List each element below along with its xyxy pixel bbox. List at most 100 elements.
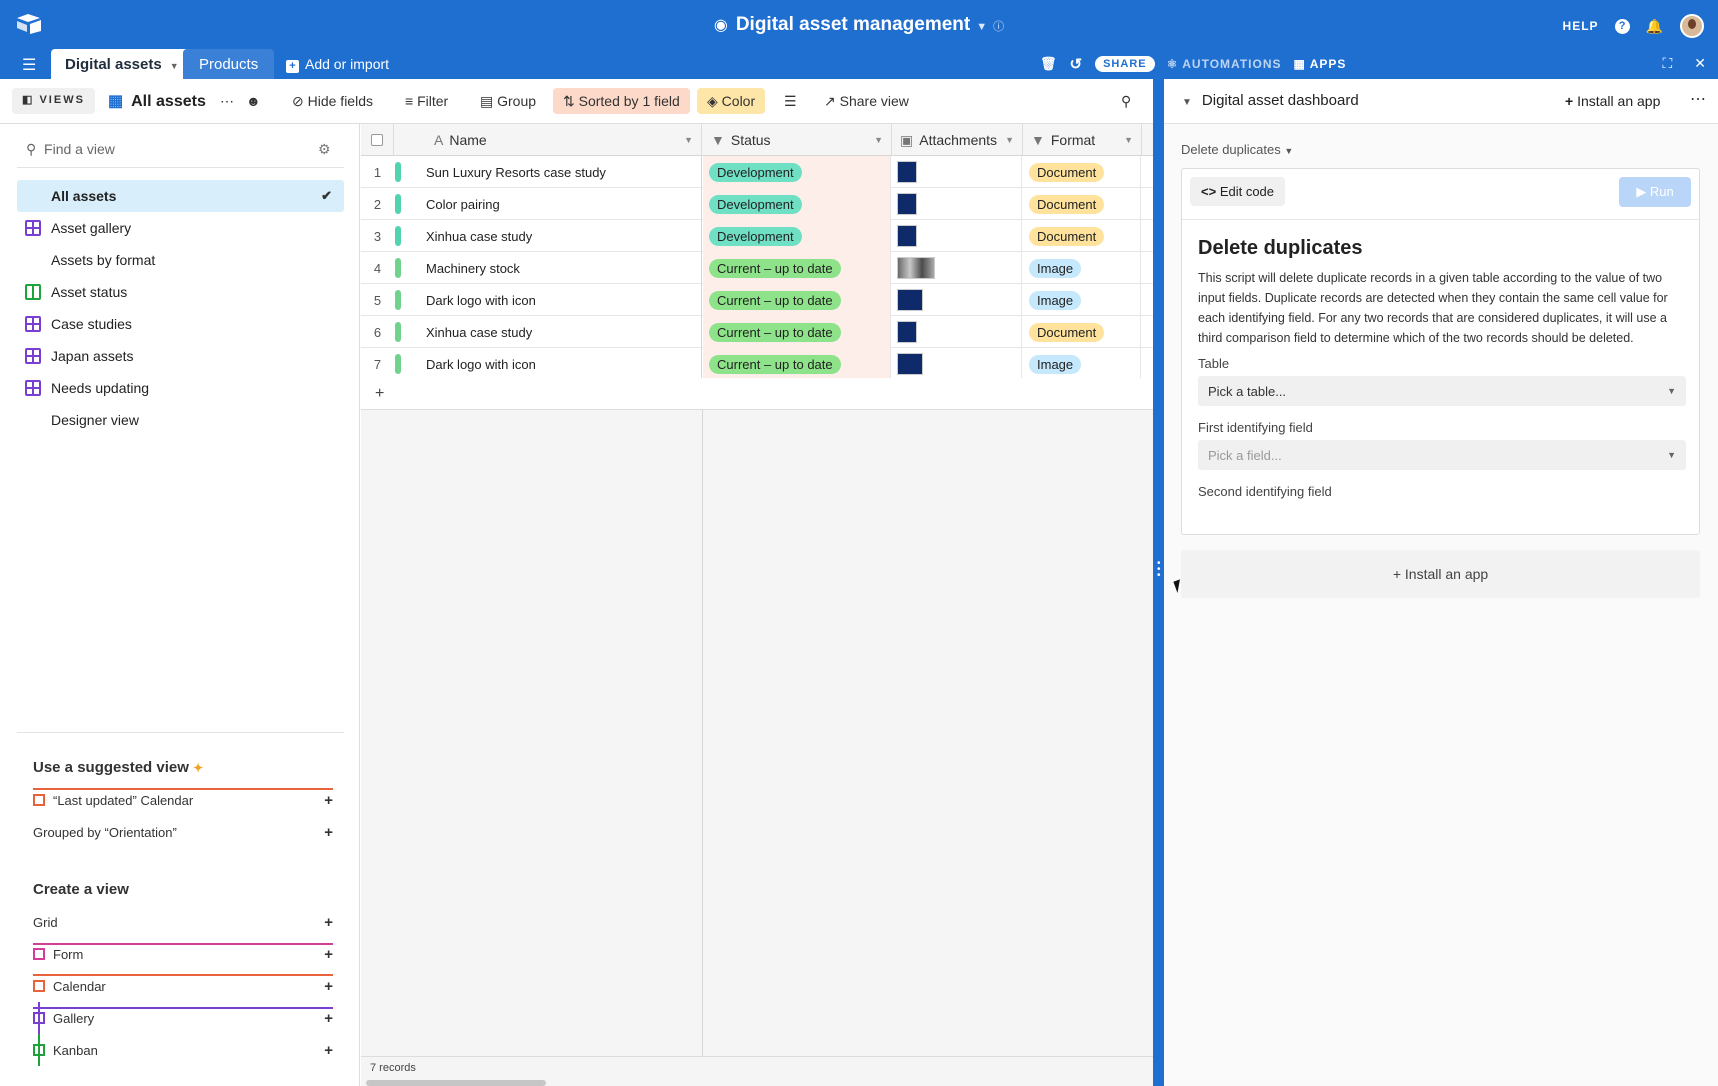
cell-attachments[interactable] — [892, 220, 1022, 252]
sidebar-item-japan-assets[interactable]: Japan assets — [17, 340, 344, 372]
attachment-thumbnail[interactable] — [897, 225, 917, 247]
plus-icon[interactable]: + — [324, 824, 333, 841]
history-icon[interactable]: ↺ — [1070, 55, 1084, 73]
chevron-down-icon[interactable]: ▼ — [1124, 135, 1133, 145]
cell-attachments[interactable] — [892, 316, 1022, 348]
search-icon[interactable]: ⚲ — [1121, 93, 1131, 110]
chevron-down-icon[interactable]: ▼ — [976, 21, 987, 33]
attachment-thumbnail[interactable] — [897, 161, 917, 183]
sidebar-item-asset-status[interactable]: Asset status — [17, 276, 344, 308]
help-link[interactable]: HELP — [1563, 19, 1599, 33]
base-title[interactable]: ◉ Digital asset management ▼ ⓘ — [0, 14, 1718, 36]
cell-attachments[interactable] — [892, 252, 1022, 284]
sidebar-item-needs-updating[interactable]: Needs updating — [17, 372, 344, 404]
hamburger-menu-icon[interactable]: ☰ — [22, 55, 36, 75]
bell-icon[interactable]: 🔔 — [1646, 18, 1664, 35]
help-icon[interactable]: ? — [1614, 18, 1630, 34]
cell-name[interactable]: Machinery stock — [396, 252, 702, 284]
drag-handle-icon[interactable]: • • • — [1157, 559, 1161, 581]
close-icon[interactable]: ✕ — [1694, 55, 1706, 72]
cell-format[interactable]: Document — [1023, 316, 1141, 348]
table-row[interactable]: 1 Sun Luxury Resorts case study Developm… — [361, 156, 1153, 188]
install-app-button[interactable]: + Install an app — [1565, 93, 1660, 109]
sidebar-item-all-assets[interactable]: All assets ✔ — [17, 180, 402, 328]
views-toggle-button[interactable]: ◧ VIEWS — [12, 88, 95, 114]
collaborative-view-icon[interactable]: ☻ — [246, 93, 261, 109]
suggested-view-grouped-by-orientation[interactable]: Grouped by “Orientation” + — [33, 816, 406, 952]
gear-icon[interactable]: ⚙ — [318, 141, 331, 158]
cell-name[interactable]: Sun Luxury Resorts case study — [396, 156, 702, 188]
current-view-name[interactable]: ▦ All assets — [108, 91, 206, 111]
column-header-next[interactable]: ▼ — [1142, 124, 1153, 156]
create-calendar-view[interactable]: Calendar + — [33, 970, 333, 1002]
app-name-dropdown[interactable]: Delete duplicates ▼ — [1181, 142, 1293, 157]
table-row[interactable]: 5 Dark logo with icon Current – up to da… — [361, 284, 1153, 316]
cell-name[interactable]: Dark logo with icon — [396, 348, 702, 380]
first-field-select[interactable]: Pick a field... ▼ — [1198, 440, 1686, 470]
dashboard-title[interactable]: ▼ Digital asset dashboard — [1182, 92, 1359, 109]
cell-attachments[interactable] — [892, 284, 1022, 316]
chevron-down-icon[interactable]: ▼ — [170, 61, 179, 71]
table-row[interactable]: 7 Dark logo with icon Current – up to da… — [361, 348, 1153, 380]
avatar[interactable] — [1680, 14, 1704, 38]
create-grid-view[interactable]: Grid + — [33, 906, 406, 1042]
create-kanban-view[interactable]: Kanban + — [33, 1034, 333, 1066]
chevron-down-icon[interactable]: ▼ — [1005, 135, 1014, 145]
attachment-thumbnail[interactable] — [897, 193, 917, 215]
sidebar-item-asset-gallery[interactable]: Asset gallery — [17, 212, 344, 244]
cell-name[interactable]: Xinhua case study — [396, 220, 702, 252]
filter-button[interactable]: ≡ Filter — [405, 93, 448, 109]
cell-attachments[interactable] — [892, 188, 1022, 220]
automations-button[interactable]: ⚛ AUTOMATIONS — [1167, 57, 1282, 71]
sort-button[interactable]: ⇅ Sorted by 1 field — [553, 88, 690, 114]
create-form-view[interactable]: Form + — [33, 938, 333, 970]
column-header-attachments[interactable]: ▣ Attachments ▼ — [892, 124, 1023, 156]
chevron-down-icon[interactable]: ▼ — [1182, 97, 1192, 108]
cell-name[interactable]: Xinhua case study — [396, 316, 702, 348]
column-header-name[interactable]: A Name ▼ — [394, 124, 702, 156]
cell-name[interactable]: Dark logo with icon — [396, 284, 702, 316]
horizontal-scrollbar[interactable] — [366, 1080, 546, 1086]
table-row[interactable]: 2 Color pairing Development Document — [361, 188, 1153, 220]
cell-format[interactable]: Image — [1023, 348, 1141, 380]
install-app-card[interactable]: + Install an app — [1181, 550, 1700, 598]
sidebar-item-case-studies[interactable]: Case studies — [17, 308, 344, 340]
trash-icon[interactable]: 🗑 — [1040, 56, 1058, 72]
edit-code-button[interactable]: <> Edit code — [1190, 177, 1286, 206]
cell-format[interactable]: Image — [1023, 252, 1141, 284]
plus-icon[interactable]: + — [324, 978, 333, 995]
share-button[interactable]: SHARE — [1095, 56, 1155, 72]
group-button[interactable]: ▤ Group — [480, 93, 536, 110]
tab-products[interactable]: Products — [183, 49, 275, 79]
row-height-icon[interactable]: ☰ — [784, 93, 797, 110]
panel-resize-handle[interactable]: • • • — [1153, 79, 1164, 1086]
suggested-view-last-updated-calendar[interactable]: “Last updated” Calendar + — [33, 784, 333, 816]
add-record-row[interactable]: + — [361, 378, 1153, 410]
create-gallery-view[interactable]: Gallery + — [33, 1002, 333, 1034]
cell-status[interactable]: Development — [703, 220, 891, 252]
sidebar-item-designer-view[interactable]: Designer view — [17, 404, 402, 552]
sidebar-item-assets-by-format[interactable]: Assets by format — [17, 244, 402, 392]
cell-attachments[interactable] — [892, 348, 1022, 380]
cell-format[interactable]: Document — [1023, 220, 1141, 252]
info-icon[interactable]: ⓘ — [993, 21, 1004, 33]
tab-digital-assets[interactable]: Digital assets ▼ — [51, 49, 193, 79]
cell-name[interactable]: Color pairing — [396, 188, 702, 220]
add-or-import-button[interactable]: + Add or import — [286, 56, 389, 73]
select-all-checkbox[interactable] — [361, 124, 394, 156]
cell-status[interactable]: Current – up to date — [703, 316, 891, 348]
run-button[interactable]: ▶ Run — [1619, 177, 1691, 207]
find-view-input[interactable]: ⚲ Find a view — [26, 141, 115, 158]
cell-attachments[interactable] — [892, 156, 1022, 188]
plus-icon[interactable]: + — [324, 792, 333, 809]
table-select[interactable]: Pick a table... ▼ — [1198, 376, 1686, 406]
cell-status[interactable]: Development — [703, 156, 891, 188]
plus-icon[interactable]: + — [324, 946, 333, 963]
table-row[interactable]: 4 Machinery stock Current – up to date I… — [361, 252, 1153, 284]
cell-format[interactable]: Image — [1023, 284, 1141, 316]
chevron-down-icon[interactable]: ▼ — [874, 135, 883, 145]
fullscreen-icon[interactable]: ⛶ — [1662, 55, 1672, 72]
table-row[interactable]: 3 Xinhua case study Development Document — [361, 220, 1153, 252]
chevron-down-icon[interactable]: ▼ — [684, 135, 693, 145]
attachment-thumbnail[interactable] — [897, 257, 935, 279]
